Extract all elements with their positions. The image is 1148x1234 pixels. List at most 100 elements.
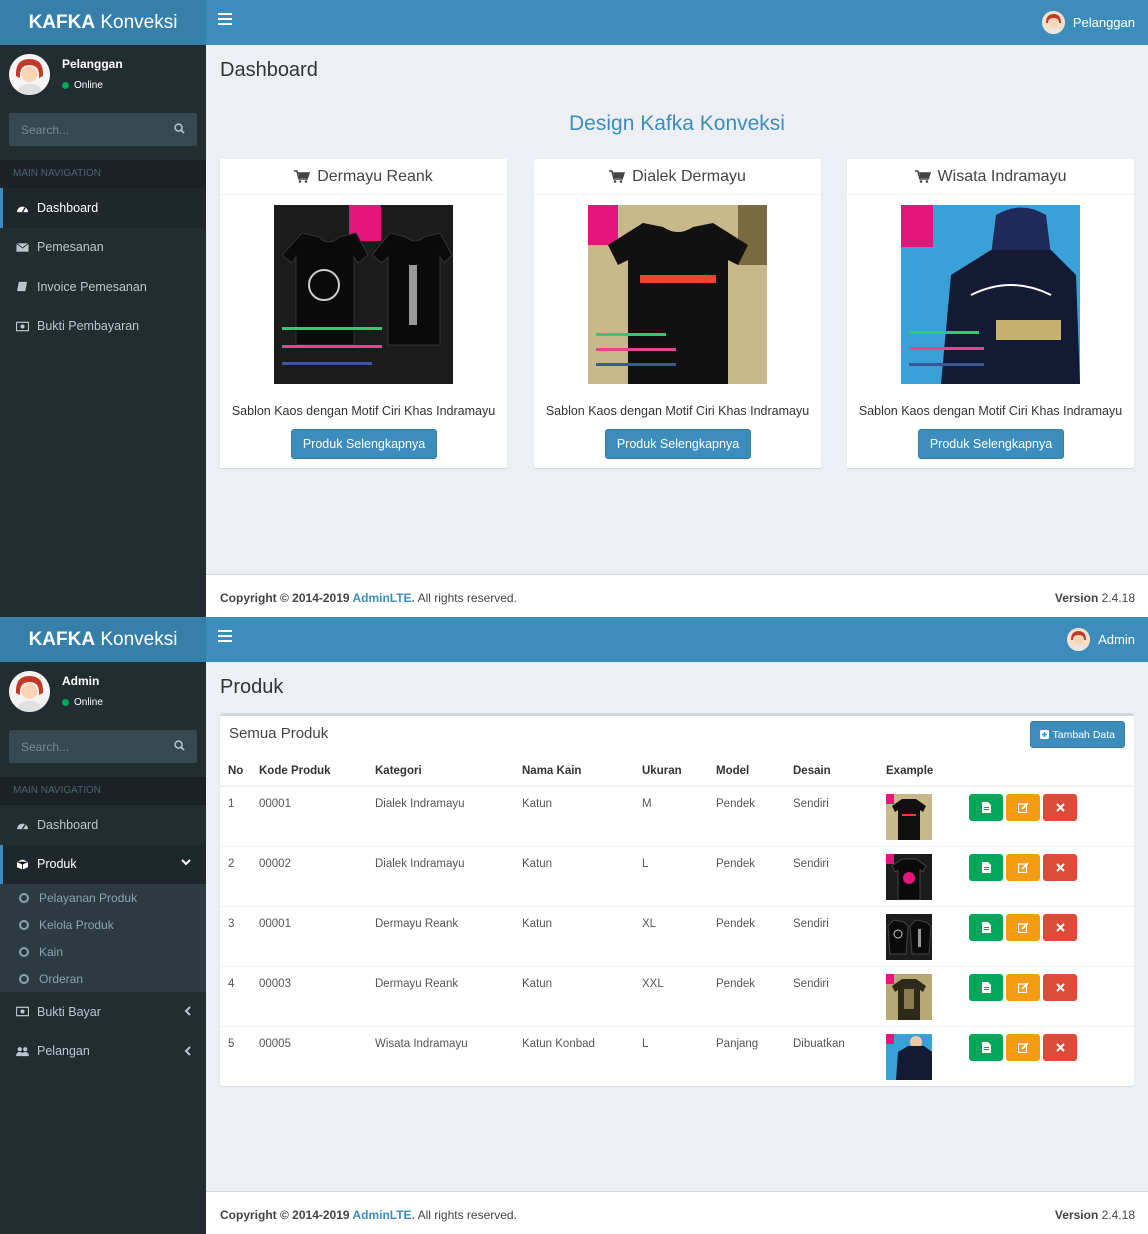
close-icon [1055, 982, 1065, 992]
online-dot-icon [62, 699, 69, 706]
chevron-left-icon [184, 1045, 191, 1056]
detail-button[interactable] [969, 973, 1003, 1001]
cell-kain: Katun [514, 785, 634, 846]
app-logo[interactable]: KAFKA Konveksi [0, 617, 206, 662]
edit-button[interactable] [1006, 1033, 1040, 1061]
edit-button[interactable] [1006, 973, 1040, 1001]
sidebar-item-pelangan[interactable]: Pelangan [0, 1032, 206, 1072]
cell-no: 5 [220, 1025, 251, 1086]
edit-button[interactable] [1006, 794, 1040, 821]
top-navbar: Pelanggan [206, 0, 1148, 45]
delete-button[interactable] [1043, 913, 1077, 941]
product-detail-button[interactable]: Produk Selengkapnya [605, 429, 751, 459]
cell-example [878, 965, 961, 1026]
sidebar-item-invoice[interactable]: Invoice Pemesanan [0, 267, 206, 307]
sidebar-toggle-icon[interactable] [218, 13, 232, 25]
cell-example [878, 1025, 961, 1086]
sidebar-subitem-pelayanan-produk[interactable]: Pelayanan Produk [0, 884, 206, 911]
sidebar-subitem-kain[interactable]: Kain [0, 938, 206, 965]
cell-model: Pendek [708, 965, 785, 1026]
file-icon [981, 921, 991, 933]
product-thumbnail[interactable] [886, 973, 932, 1020]
version: Version 2.4.18 [1054, 1208, 1135, 1222]
cell-desain: Sendiri [785, 845, 878, 906]
product-thumbnail[interactable] [886, 913, 932, 960]
card-header: Dialek Dermayu [534, 159, 821, 195]
cell-ukuran: M [634, 785, 708, 846]
circle-icon [19, 973, 29, 984]
top-user-menu[interactable]: Admin [1067, 628, 1135, 651]
top-user-menu[interactable]: Pelanggan [1041, 11, 1135, 34]
page-title: Dashboard [220, 59, 318, 81]
cart-icon [609, 170, 626, 183]
product-detail-button[interactable]: Produk Selengkapnya [918, 429, 1064, 459]
sidebar-subitem-orderan[interactable]: Orderan [0, 965, 206, 992]
product-image[interactable] [274, 205, 453, 384]
adminlte-link[interactable]: AdminLTE. [352, 591, 414, 605]
adminlte-link[interactable]: AdminLTE. [352, 1208, 414, 1222]
product-thumbnail[interactable] [886, 794, 932, 840]
sidebar-item-dashboard[interactable]: Dashboard [0, 805, 206, 845]
app-logo[interactable]: KAFKA Konveksi [0, 0, 206, 45]
sidebar-item-label: Pelangan [37, 1044, 90, 1059]
delete-button[interactable] [1043, 1033, 1077, 1061]
card-title: Wisata Indramayu [937, 167, 1067, 185]
delete-button[interactable] [1043, 853, 1077, 881]
sidebar-item-bukti-pembayaran[interactable]: Bukti Pembayaran [0, 307, 206, 347]
section-title: Design Kafka Konveksi [569, 112, 785, 135]
sidebar-item-label: Bukti Pembayaran [37, 319, 140, 334]
cell-actions [961, 905, 1134, 966]
detail-button[interactable] [969, 913, 1003, 941]
sidebar-item-pemesanan[interactable]: Pemesanan [0, 228, 206, 268]
search-icon[interactable] [174, 123, 185, 134]
product-detail-button[interactable]: Produk Selengkapnya [291, 429, 437, 459]
product-image[interactable] [588, 205, 767, 384]
sidebar-search [9, 113, 197, 146]
sidebar-item-dashboard[interactable]: Dashboard [0, 188, 206, 228]
cube-icon [16, 859, 29, 870]
cell-example [878, 905, 961, 966]
cell-no: 3 [220, 905, 251, 966]
detail-button[interactable] [969, 794, 1003, 821]
product-thumbnail[interactable] [886, 853, 932, 900]
search-icon[interactable] [174, 740, 185, 751]
book-icon [17, 282, 28, 292]
search-input[interactable] [9, 730, 169, 763]
cell-ukuran: L [634, 1025, 708, 1086]
sidebar-item-label: Invoice Pemesanan [37, 279, 147, 294]
delete-button[interactable] [1043, 973, 1077, 1001]
cell-example [878, 785, 961, 846]
sidebar-item-bukti-bayar[interactable]: Bukti Bayar [0, 992, 206, 1032]
edit-icon [1017, 861, 1029, 873]
sidebar-item-label: Produk [37, 857, 77, 872]
online-dot-icon [62, 82, 69, 89]
edit-button[interactable] [1006, 853, 1040, 881]
file-icon [981, 802, 991, 813]
products-table: No Kode Produk Kategori Nama Kain Ukuran… [220, 757, 1134, 1086]
product-thumbnail[interactable] [886, 1033, 932, 1080]
add-data-button[interactable]: Tambah Data [1029, 721, 1125, 748]
footer: Copyright © 2014-2019 AdminLTE. All righ… [206, 574, 1148, 617]
copyright: Copyright © 2014-2019 AdminLTE. All righ… [220, 1208, 517, 1222]
delete-button[interactable] [1043, 794, 1077, 821]
avatar [1041, 11, 1065, 34]
circle-icon [19, 919, 29, 930]
cell-model: Pendek [708, 905, 785, 966]
edit-icon [1017, 1041, 1029, 1053]
page-title: Produk [220, 676, 284, 698]
table-row: 5 00005 Wisata Indramayu Katun Konbad L … [220, 1025, 1134, 1086]
cell-desain: Sendiri [785, 785, 878, 846]
sidebar-subitem-kelola-produk[interactable]: Kelola Produk [0, 911, 206, 938]
cell-ukuran: L [634, 845, 708, 906]
edit-button[interactable] [1006, 913, 1040, 941]
detail-button[interactable] [969, 853, 1003, 881]
edit-icon [1017, 981, 1029, 993]
top-user-name: Pelanggan [1072, 15, 1135, 30]
sidebar-item-produk[interactable]: Produk [0, 844, 206, 884]
product-image[interactable] [901, 205, 1080, 384]
detail-button[interactable] [969, 1033, 1003, 1061]
search-input[interactable] [9, 113, 169, 146]
close-icon [1055, 922, 1065, 932]
sidebar-toggle-icon[interactable] [218, 630, 232, 642]
sidebar: Admin Online MAIN NAVIGATION Dashboard P… [0, 662, 206, 1234]
